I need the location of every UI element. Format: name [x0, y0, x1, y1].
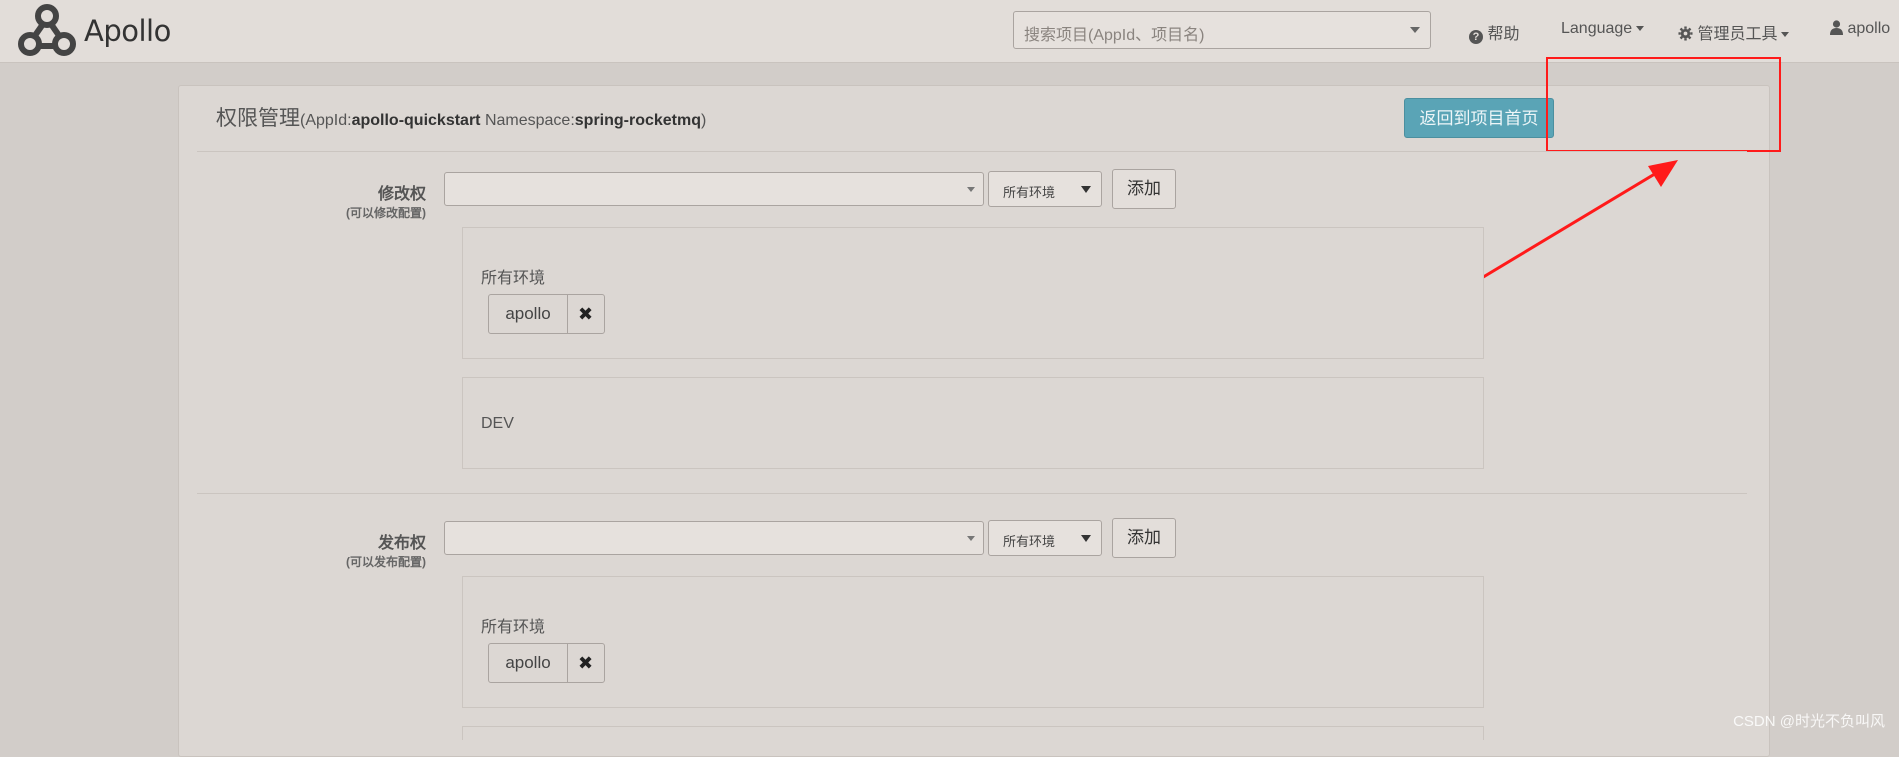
search-placeholder: 搜索项目(AppId、项目名) [1024, 27, 1205, 44]
title-divider [197, 151, 1747, 152]
triangle-down-icon [1081, 535, 1091, 542]
page-title: 权限管理(AppId:apollo-quickstart Namespace:s… [216, 102, 706, 132]
help-link[interactable]: ? 帮助 [1469, 20, 1519, 44]
release-env-group-next [462, 726, 1484, 740]
release-env-select[interactable]: 所有环境 [988, 520, 1102, 556]
user-tag-name: apollo [489, 295, 568, 333]
admin-tools-dropdown[interactable]: 管理员工具 [1678, 20, 1790, 44]
chevron-down-icon [967, 187, 975, 192]
top-navbar: Apollo 搜索项目(AppId、项目名) ? 帮助 Language 管理员… [0, 0, 1899, 63]
release-env-group-all: 所有环境 apollo ✖ [462, 576, 1484, 708]
title-main: 权限管理 [216, 107, 300, 130]
env-name: DEV [481, 415, 514, 432]
chevron-down-icon [967, 536, 975, 541]
remove-user-icon[interactable]: ✖ [567, 295, 604, 333]
language-label: Language [1561, 20, 1633, 37]
brand-name[interactable]: Apollo [84, 14, 171, 48]
caret-down-icon [1781, 32, 1790, 38]
modify-env-group-all: 所有环境 apollo ✖ [462, 227, 1484, 359]
env-name: 所有环境 [481, 270, 546, 287]
language-dropdown[interactable]: Language [1561, 20, 1645, 38]
project-search-select[interactable]: 搜索项目(AppId、项目名) [1013, 11, 1431, 49]
user-name: apollo [1847, 20, 1891, 37]
release-user-select[interactable] [444, 521, 984, 555]
appid-value: apollo-quickstart [351, 112, 481, 129]
triangle-down-icon [1081, 186, 1091, 193]
back-to-project-button[interactable]: 返回到项目首页 [1404, 98, 1554, 138]
namespace-value: spring-rocketmq [574, 112, 702, 129]
user-tag: apollo ✖ [488, 643, 605, 683]
user-icon [1830, 20, 1843, 35]
modify-permission-label: 修改权 [377, 186, 426, 203]
section-divider [197, 493, 1747, 494]
modify-env-group-dev: DEV [462, 377, 1484, 469]
modify-user-select[interactable] [444, 172, 984, 206]
help-label: 帮助 [1487, 26, 1520, 43]
admin-tools-label: 管理员工具 [1697, 26, 1778, 43]
annotation-arrow-icon [1464, 160, 1678, 290]
caret-down-icon [1636, 26, 1645, 32]
namespace-label: Namespace: [480, 112, 575, 129]
watermark: CSDN @时光不负叫风 [1733, 713, 1885, 730]
release-env-value: 所有环境 [1003, 534, 1056, 549]
release-permission-sub: (可以发布配置) [346, 555, 426, 569]
chevron-down-icon [1410, 27, 1420, 33]
release-add-button[interactable]: 添加 [1112, 518, 1176, 558]
gear-icon [1678, 26, 1693, 41]
user-tag-name: apollo [489, 644, 568, 682]
appid-label: (AppId: [300, 112, 352, 129]
highlight-box [1546, 57, 1781, 152]
apollo-logo-icon[interactable] [18, 2, 76, 60]
question-circle-icon: ? [1469, 30, 1483, 44]
title-close-paren: ) [701, 112, 707, 129]
user-tag: apollo ✖ [488, 294, 605, 334]
release-permission-label: 发布权 [377, 535, 426, 552]
remove-user-icon[interactable]: ✖ [567, 644, 604, 682]
modify-add-button[interactable]: 添加 [1112, 169, 1176, 209]
env-name: 所有环境 [481, 619, 546, 636]
user-menu[interactable]: apollo [1830, 20, 1890, 38]
modify-env-value: 所有环境 [1003, 185, 1056, 200]
modify-env-select[interactable]: 所有环境 [988, 171, 1102, 207]
modify-permission-sub: (可以修改配置) [346, 206, 426, 220]
